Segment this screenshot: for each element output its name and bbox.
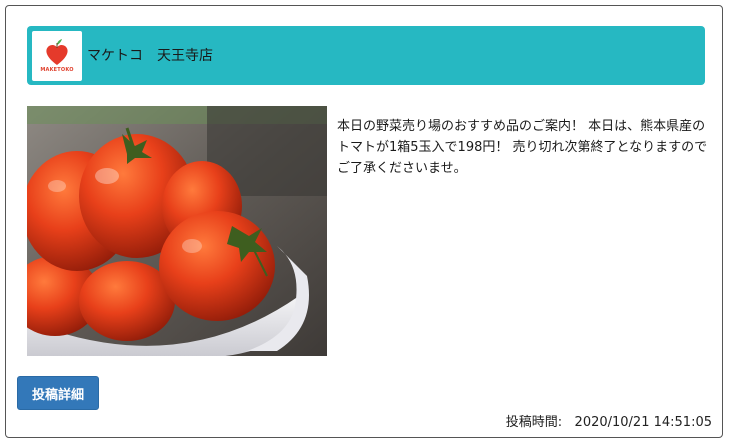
tomatoes-in-bowl-photo [27, 106, 327, 356]
logo-text: MAKETOKO [40, 67, 74, 73]
post-card: MAKETOKO マケトコ 天王寺店 本日の野菜売り場のおすすめ品のご案内！ 本… [5, 5, 723, 438]
heart-apple-icon [46, 39, 68, 65]
store-logo: MAKETOKO [32, 31, 82, 81]
post-body-text: 本日の野菜売り場のおすすめ品のご案内！ 本日は、熊本県産のトマトが1箱5玉入で1… [337, 119, 708, 176]
post-timestamp: 投稿時間: 2020/10/21 14:51:05 [506, 411, 712, 430]
post-time-value: 2020/10/21 14:51:05 [574, 415, 712, 430]
store-name[interactable]: マケトコ 天王寺店 [87, 45, 213, 65]
post-photo[interactable] [27, 106, 327, 356]
post-detail-button[interactable]: 投稿詳細 [17, 376, 99, 410]
store-header: MAKETOKO マケトコ 天王寺店 [27, 26, 705, 85]
post-time-label: 投稿時間: [505, 415, 563, 430]
